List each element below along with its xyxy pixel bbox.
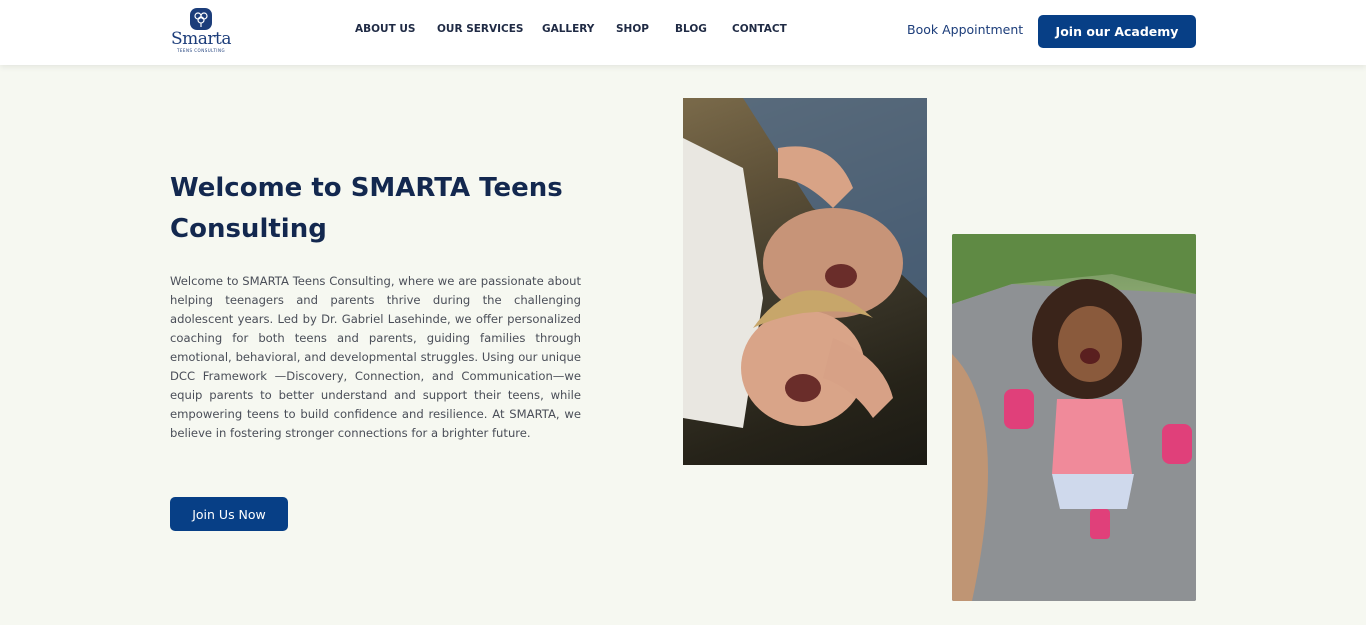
nav-our-services[interactable]: OUR SERVICES (437, 23, 524, 35)
tree-icon (190, 8, 212, 30)
book-appointment-link[interactable]: Book Appointment (907, 22, 1023, 37)
site-header: Smarta TEENS CONSULTING ABOUT US OUR SER… (0, 0, 1366, 65)
join-academy-button[interactable]: Join our Academy (1038, 15, 1196, 48)
nav-blog[interactable]: BLOG (675, 23, 707, 35)
logo-wordmark: Smarta (171, 29, 232, 49)
join-us-now-button[interactable]: Join Us Now (170, 497, 288, 531)
hero-description: Welcome to SMARTA Teens Consulting, wher… (170, 274, 581, 440)
hero-photo-laughing-friends (683, 98, 927, 465)
nav-about-us[interactable]: ABOUT US (355, 23, 416, 35)
nav-gallery[interactable]: GALLERY (542, 23, 594, 35)
logo-tagline: TEENS CONSULTING (176, 48, 226, 53)
nav-contact[interactable]: CONTACT (732, 23, 787, 35)
hero-photo-girl-skating (952, 234, 1196, 601)
hero-title: Welcome to SMARTA Teens Consulting (170, 173, 563, 244)
smarta-logo[interactable]: Smarta TEENS CONSULTING (168, 8, 234, 56)
nav-shop[interactable]: SHOP (616, 23, 649, 35)
